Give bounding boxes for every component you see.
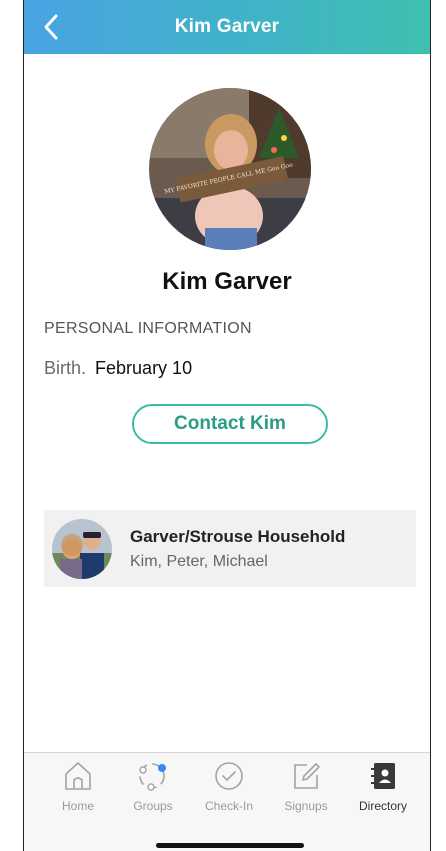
tab-label: Check-In (204, 799, 254, 813)
nav-header: Kim Garver (24, 0, 430, 54)
tab-groups[interactable]: Groups (120, 759, 186, 813)
household-members: Kim, Peter, Michael (130, 552, 268, 570)
directory-icon (371, 763, 395, 789)
groups-icon (139, 763, 166, 791)
app-screen: Kim Garver MY FAVORITE PEOPLE CALL ME Go… (24, 0, 430, 851)
right-border (430, 0, 446, 851)
section-title: PERSONAL INFORMATION (44, 320, 252, 337)
home-indicator (156, 843, 304, 848)
edit-icon (294, 763, 320, 789)
home-icon (65, 762, 91, 790)
left-border (0, 0, 24, 851)
birth-row: Birth. February 10 (44, 358, 192, 379)
tab-home[interactable]: Home (45, 759, 111, 813)
household-title: Garver/Strouse Household (130, 526, 346, 546)
tab-label: Home (61, 799, 94, 813)
tab-label: Signups (284, 799, 328, 813)
tab-label: Groups (133, 799, 173, 813)
back-button[interactable] (36, 12, 66, 42)
birth-value: February 10 (95, 358, 193, 378)
household-photo (52, 518, 112, 579)
birth-label: Birth. (44, 358, 87, 378)
tab-label: Directory (358, 799, 407, 813)
household-text: Garver/Strouse Household Kim, Peter, Mic… (130, 527, 345, 571)
tab-directory[interactable]: Directory (350, 759, 416, 813)
chevron-left-icon (44, 14, 58, 40)
contact-button[interactable]: Contact Kim (132, 404, 328, 444)
tab-bar: Home Groups Check-In Signups Directory (24, 752, 430, 851)
profile-photo: MY FAVORITE PEOPLE CALL ME Goo Goo (149, 88, 311, 250)
tab-check-in[interactable]: Check-In (196, 759, 262, 813)
check-circle-icon (215, 762, 243, 790)
profile-name: Kim Garver (162, 268, 292, 295)
household-card[interactable]: Garver/Strouse Household Kim, Peter, Mic… (44, 510, 416, 587)
tab-signups[interactable]: Signups (273, 759, 339, 813)
header-title: Kim Garver (174, 16, 280, 37)
